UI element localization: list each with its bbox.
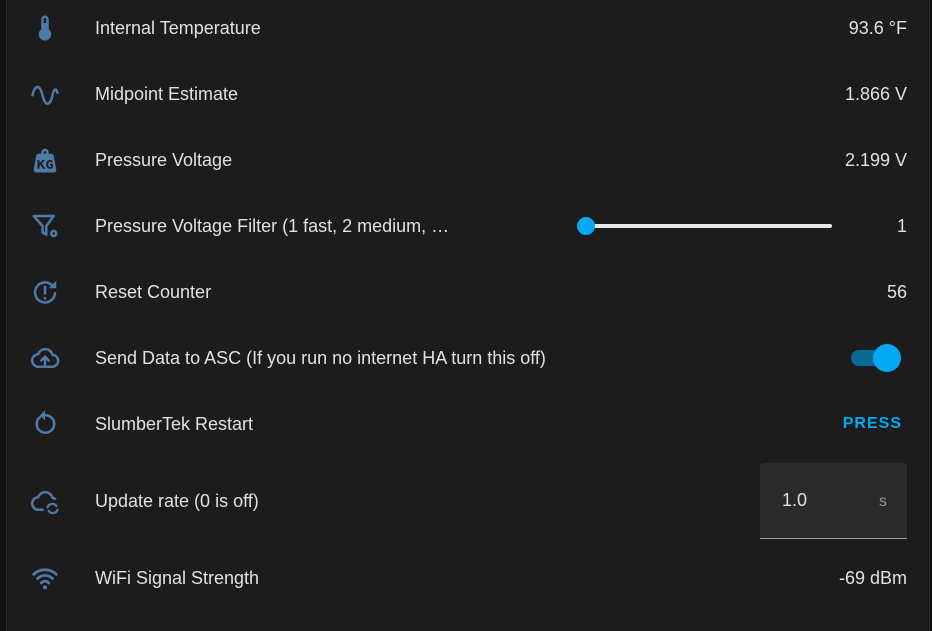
entity-value: -69 dBm bbox=[838, 567, 907, 588]
thermometer-icon bbox=[29, 12, 61, 44]
restart-icon bbox=[29, 408, 61, 440]
entity-label: Midpoint Estimate bbox=[95, 83, 239, 104]
entity-label: SlumberTek Restart bbox=[95, 413, 254, 434]
entity-row-midpoint-estimate[interactable]: Midpoint Estimate 1.866 V bbox=[7, 74, 931, 114]
entity-label: Pressure Voltage bbox=[95, 149, 233, 170]
entities-card: Internal Temperature 93.6 °F Midpoint Es… bbox=[6, 0, 930, 631]
entity-label: Reset Counter bbox=[95, 281, 212, 302]
entity-label: Internal Temperature bbox=[95, 17, 261, 38]
entity-row-reset-counter[interactable]: Reset Counter 56 bbox=[7, 272, 931, 312]
entity-value: 56 bbox=[886, 281, 907, 302]
input-unit: s bbox=[879, 493, 887, 510]
slider-thumb[interactable] bbox=[577, 217, 595, 235]
entity-row-internal-temperature[interactable]: Internal Temperature 93.6 °F bbox=[7, 8, 931, 48]
toggle-thumb[interactable] bbox=[873, 344, 901, 372]
entity-label: WiFi Signal Strength bbox=[95, 567, 260, 588]
filter-slider[interactable] bbox=[577, 216, 832, 236]
sine-wave-icon bbox=[29, 78, 61, 110]
entity-value: 1 bbox=[896, 215, 907, 236]
entity-label: Pressure Voltage Filter (1 fast, 2 mediu… bbox=[95, 215, 450, 236]
entity-row-wifi-signal[interactable]: WiFi Signal Strength -69 dBm bbox=[7, 558, 931, 598]
entity-value: 2.199 V bbox=[844, 149, 907, 170]
cloud-upload-icon bbox=[29, 342, 61, 374]
entity-row-update-rate[interactable]: Update rate (0 is off) 1.0 s bbox=[7, 463, 931, 539]
entity-row-pressure-voltage-filter[interactable]: Pressure Voltage Filter (1 fast, 2 mediu… bbox=[7, 206, 931, 246]
entity-row-send-data[interactable]: Send Data to ASC (If you run no internet… bbox=[7, 338, 931, 378]
entity-value: 93.6 °F bbox=[848, 17, 907, 38]
filter-cog-icon bbox=[29, 210, 61, 242]
entity-label: Send Data to ASC (If you run no internet… bbox=[95, 347, 546, 368]
wifi-icon bbox=[29, 562, 61, 594]
entity-row-pressure-voltage[interactable]: Pressure Voltage 2.199 V bbox=[7, 140, 931, 180]
weight-kg-icon bbox=[29, 144, 61, 176]
entity-value: 1.866 V bbox=[844, 83, 907, 104]
entity-row-slumbertek-restart[interactable]: SlumberTek Restart PRESS bbox=[7, 404, 931, 444]
slider-track[interactable] bbox=[587, 224, 832, 228]
entity-label: Update rate (0 is off) bbox=[95, 490, 259, 511]
cloud-sync-icon bbox=[29, 485, 61, 517]
send-data-toggle[interactable] bbox=[851, 343, 901, 373]
alert-circle-arrow-icon bbox=[29, 276, 61, 308]
update-rate-input[interactable]: 1.0 s bbox=[760, 463, 907, 539]
input-value[interactable]: 1.0 bbox=[782, 490, 807, 511]
press-button[interactable]: PRESS bbox=[843, 415, 902, 433]
